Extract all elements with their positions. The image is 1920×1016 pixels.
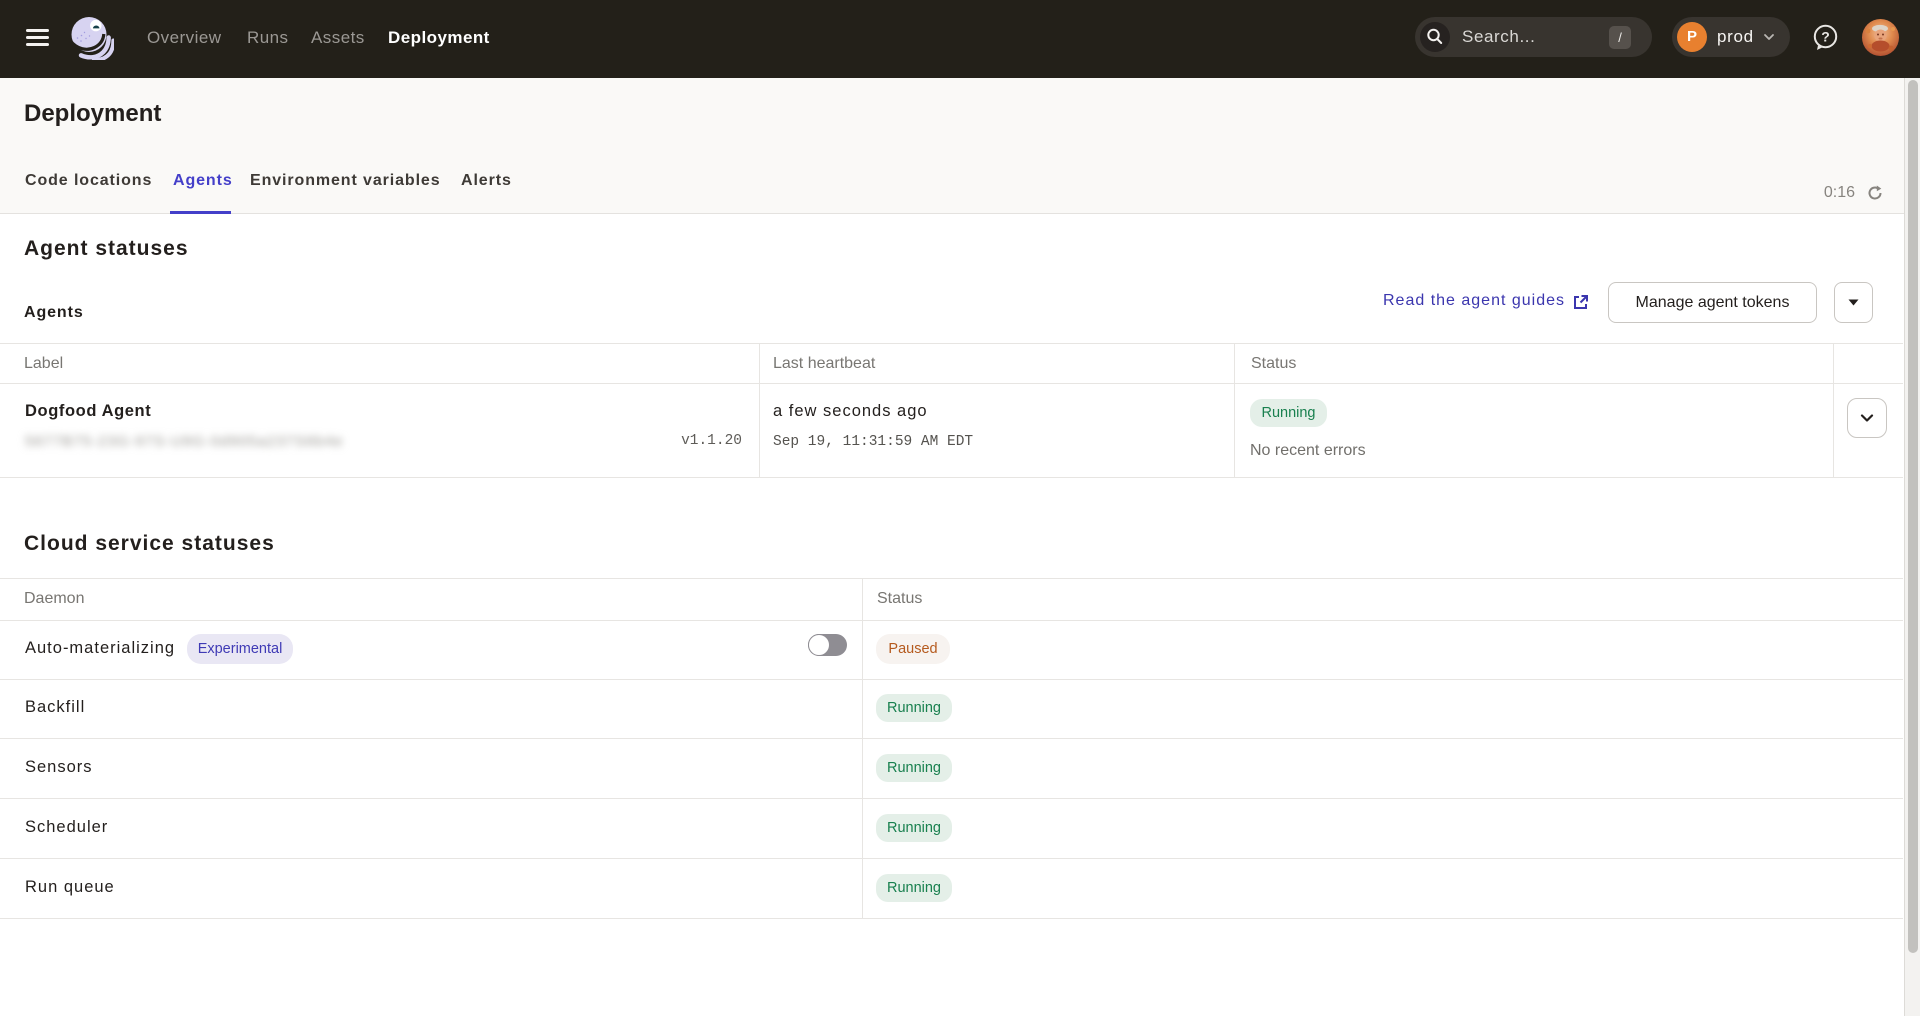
svg-text:?: ? [1821,28,1830,44]
